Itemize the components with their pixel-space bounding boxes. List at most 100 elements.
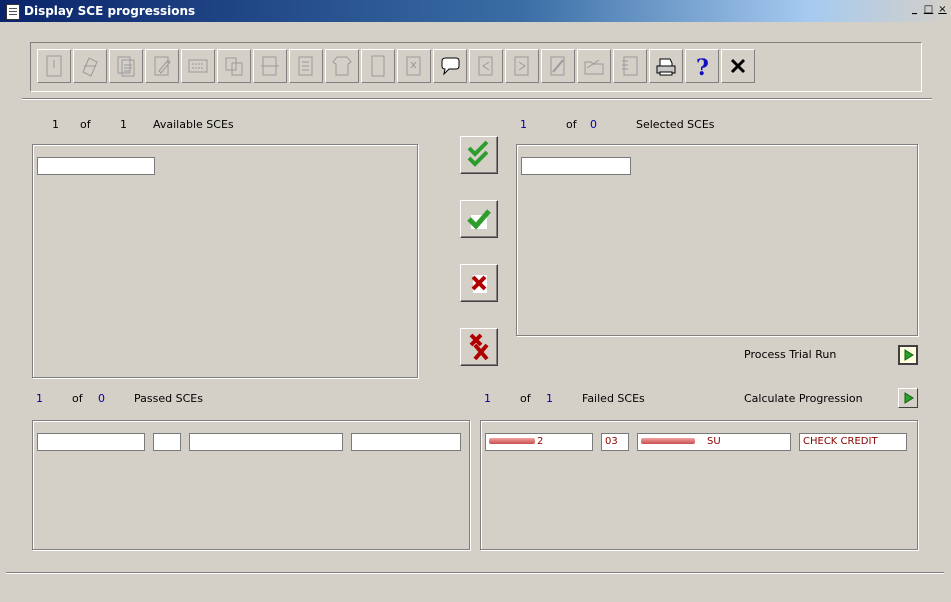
process-trial-run-label: Process Trial Run: [744, 348, 837, 361]
redacted-mark: [641, 438, 695, 444]
copy-record-icon: [117, 56, 135, 77]
process-trial-run-button[interactable]: [898, 345, 918, 365]
failed-of: of: [520, 392, 531, 405]
previous-form-button[interactable]: [469, 49, 503, 83]
available-sces-panel: [32, 144, 418, 378]
failed-reason-field[interactable]: CHECK CREDIT: [799, 433, 907, 451]
blank-page-button[interactable]: [361, 49, 395, 83]
redacted-mark: [489, 438, 535, 444]
available-current: 1: [52, 118, 59, 131]
failed-reason-value: CHECK CREDIT: [803, 436, 878, 447]
play-icon: [904, 392, 914, 404]
comment-button[interactable]: [433, 49, 467, 83]
shirt-form-icon: [332, 56, 352, 76]
window-title: Display SCE progressions: [24, 4, 196, 18]
available-sce-field[interactable]: [37, 157, 155, 175]
passed-code-field[interactable]: [37, 433, 145, 451]
note-page-button[interactable]: [397, 49, 431, 83]
double-check-icon: [467, 140, 489, 167]
edit-form-icon: [154, 56, 171, 76]
selected-sces-panel: [516, 144, 918, 336]
window-controls: _ □ ×: [908, 4, 949, 16]
edit-pen-button[interactable]: [541, 49, 575, 83]
available-label: Available SCEs: [153, 118, 234, 131]
duplicate-form-button[interactable]: [289, 49, 323, 83]
selected-sce-field[interactable]: [521, 157, 631, 175]
speech-bubble-icon: [441, 57, 460, 76]
failed-year-field[interactable]: 03: [601, 433, 629, 451]
title-bar: Display SCE progressions _ □ ×: [0, 0, 951, 22]
available-total: 1: [120, 118, 127, 131]
passed-current: 1: [36, 392, 43, 405]
checklist-button[interactable]: [613, 49, 647, 83]
select-one-button[interactable]: [460, 200, 498, 238]
selected-of: of: [566, 118, 577, 131]
passed-reason-field[interactable]: [351, 433, 461, 451]
edit-record-button[interactable]: [73, 49, 107, 83]
new-record-icon: [46, 55, 62, 77]
toolbar-separator: [22, 98, 932, 100]
check-icon: [467, 209, 491, 230]
insert-form-button[interactable]: [217, 49, 251, 83]
close-window-button[interactable]: ×: [936, 4, 949, 16]
close-button[interactable]: [721, 49, 755, 83]
passed-of: of: [72, 392, 83, 405]
passed-sces-panel: [32, 420, 470, 550]
close-icon: [730, 58, 746, 74]
keyboard-icon: [188, 59, 208, 73]
delete-form-button[interactable]: [253, 49, 287, 83]
help-button[interactable]: ?: [685, 49, 719, 83]
svg-text:?: ?: [696, 55, 709, 78]
selected-current: 1: [520, 118, 527, 131]
failed-code-field[interactable]: 2: [485, 433, 593, 451]
checklist-icon: [622, 56, 638, 76]
bottom-separator: [6, 572, 944, 574]
duplicate-form-icon: [298, 56, 313, 76]
failed-year-value: 03: [605, 436, 618, 447]
deselect-all-button[interactable]: [460, 328, 498, 366]
keyboard-button[interactable]: [181, 49, 215, 83]
selected-total: 0: [590, 118, 597, 131]
note-page-icon: [406, 56, 421, 76]
maximize-button[interactable]: □: [922, 4, 935, 16]
shirt-form-button[interactable]: [325, 49, 359, 83]
available-of: of: [80, 118, 91, 131]
print-button[interactable]: [649, 49, 683, 83]
copy-record-button[interactable]: [109, 49, 143, 83]
passed-year-field[interactable]: [153, 433, 181, 451]
calculate-progression-label: Calculate Progression: [744, 392, 863, 405]
failed-label: Failed SCEs: [582, 392, 645, 405]
failed-code-value: 2: [537, 436, 544, 447]
calculate-progression-button[interactable]: [898, 388, 918, 408]
failed-current: 1: [484, 392, 491, 405]
folder-icon: [584, 59, 604, 75]
selected-label: Selected SCEs: [636, 118, 715, 131]
pen-icon: [550, 56, 565, 76]
blank-page-icon: [371, 55, 385, 77]
new-record-button[interactable]: [37, 49, 71, 83]
failed-status-field[interactable]: SU: [637, 433, 791, 451]
failed-sces-panel: 2 03 SU CHECK CREDIT: [480, 420, 918, 550]
toolbar: ?: [30, 42, 922, 92]
minimize-button[interactable]: _: [908, 4, 921, 16]
passed-status-field[interactable]: [189, 433, 343, 451]
next-form-icon: [514, 56, 529, 76]
cross-icon: [471, 275, 487, 293]
play-icon: [904, 349, 914, 361]
next-form-button[interactable]: [505, 49, 539, 83]
previous-form-icon: [478, 56, 493, 76]
failed-status-value: SU: [707, 436, 721, 447]
printer-icon: [656, 58, 676, 76]
insert-form-icon: [225, 57, 243, 76]
failed-total: 1: [546, 392, 553, 405]
delete-form-icon: [261, 56, 279, 76]
help-icon: ?: [696, 55, 709, 78]
edit-record-icon: [82, 57, 98, 77]
double-cross-icon: [469, 333, 489, 361]
open-folder-button[interactable]: [577, 49, 611, 83]
deselect-one-button[interactable]: [460, 264, 498, 302]
passed-total: 0: [98, 392, 105, 405]
passed-label: Passed SCEs: [134, 392, 203, 405]
edit-form-button[interactable]: [145, 49, 179, 83]
select-all-button[interactable]: [460, 136, 498, 174]
